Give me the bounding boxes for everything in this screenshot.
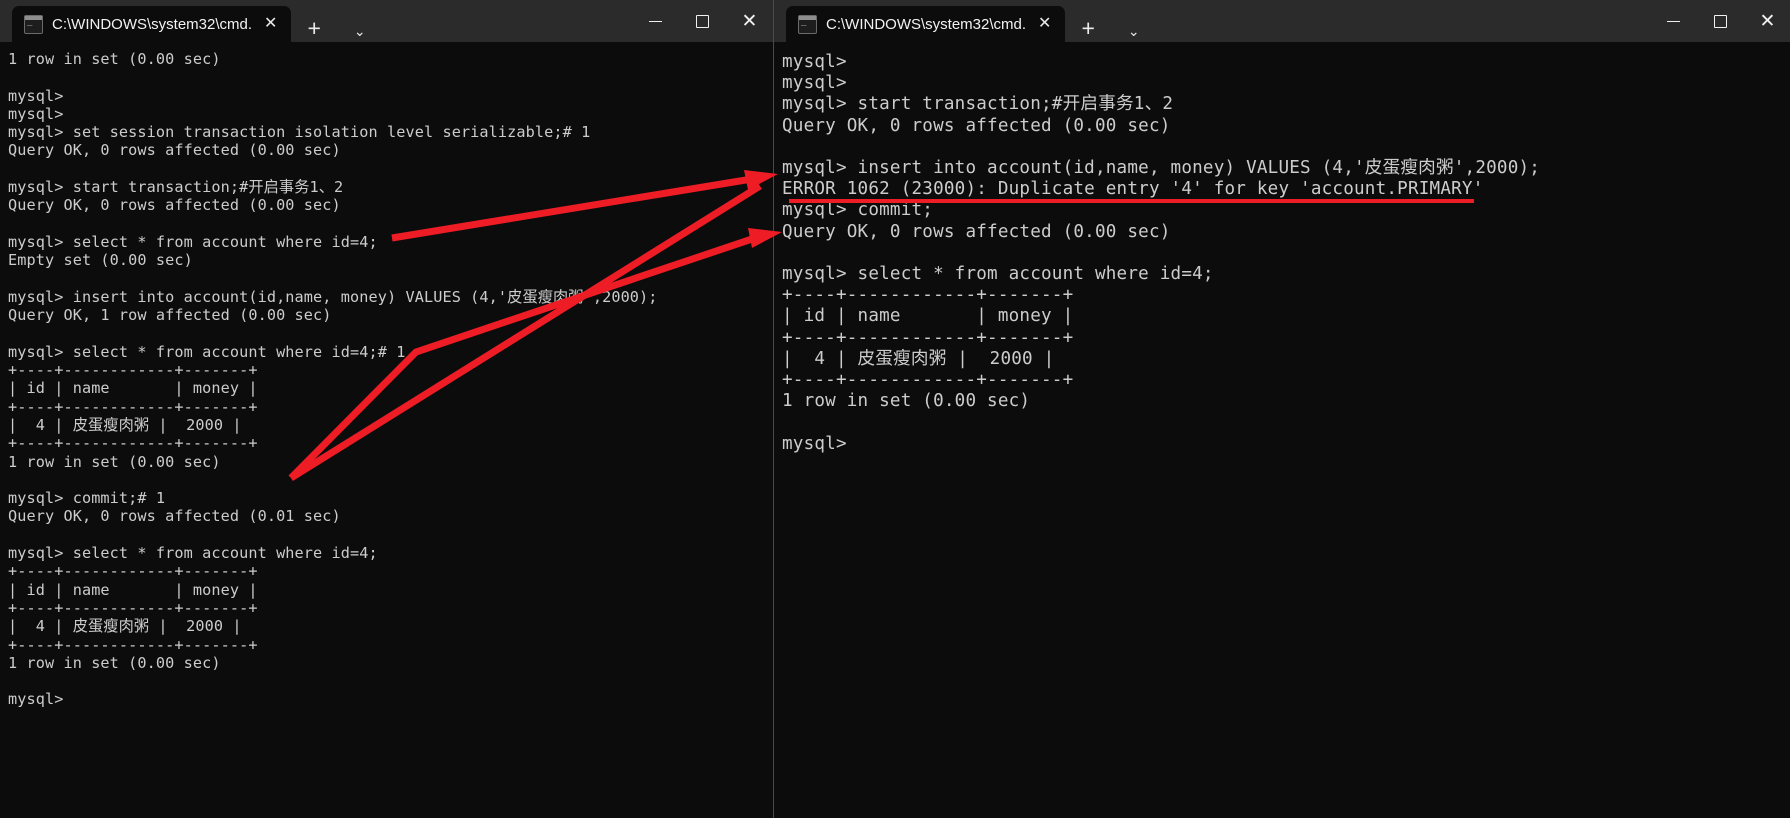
tab-close-icon-right[interactable]: ✕ [1035,14,1054,34]
terminal-line: Query OK, 0 rows affected (0.00 sec) [8,196,341,215]
minimize-icon-left [649,20,662,22]
terminal-line: +----+------------+-------+ [782,370,1074,391]
terminal-line: +----+------------+-------+ [782,285,1074,306]
terminal-output-right[interactable]: mysql> mysql> mysql> start transaction;#开启… [774,42,1790,818]
terminal-line: mysql> select * from account where id=4;… [8,342,406,361]
tab-close-icon-left[interactable]: ✕ [261,14,280,34]
maximize-icon-right [1714,14,1727,28]
window-controls-left: ✕ [632,0,773,42]
terminal-line: Query OK, 0 rows affected (0.00 sec) [782,221,1171,242]
chevron-down-icon-left[interactable]: ⌄ [338,23,382,40]
terminal-line: mysql> insert into account(id,name, mone… [782,158,1541,178]
terminal-output-left[interactable]: 1 row in set (0.00 sec) mysql> mysql> mysql… [0,42,773,818]
terminal-line: +----+------------+-------+ [8,598,258,617]
terminal-line: mysql> start transaction;#开启事务1、2 [782,94,1174,115]
terminal-line: 1 row in set (0.00 sec) [8,653,221,672]
close-button-right[interactable]: ✕ [1744,0,1790,42]
terminal-line: mysql> insert into account(id,name, mone… [8,287,658,306]
terminal-window-right: C:\WINDOWS\system32\cmd. ✕ + ⌄ ✕ mysql>m… [773,0,1790,818]
minimize-button-right[interactable] [1650,0,1697,42]
terminal-line: | 4 | 皮蛋瘦肉粥 | 2000 | [782,348,1055,369]
terminal-line: | id | name | money | [8,379,258,398]
terminal-line: +----+------------+-------+ [8,397,258,416]
terminal-line: Query OK, 0 rows affected (0.01 sec) [8,507,341,526]
tab-strip-right: C:\WINDOWS\system32\cmd. ✕ + ⌄ [774,0,1156,42]
maximize-button-left[interactable] [679,0,726,42]
new-tab-button-right[interactable]: + [1065,17,1110,40]
window-controls-right: ✕ [1650,0,1790,42]
minimize-button-left[interactable] [632,0,679,42]
terminal-line: +----+------------+-------+ [8,635,258,654]
terminal-line: mysql> [8,690,64,709]
terminal-window-left: C:\WINDOWS\system32\cmd. ✕ + ⌄ ✕ 1 row i… [0,0,773,818]
terminal-line: | id | name | money | [8,580,258,599]
new-tab-button-left[interactable]: + [291,17,336,40]
cmd-console-icon [24,14,43,34]
terminal-line: mysql> [782,52,847,72]
maximize-icon-left [696,14,709,28]
window-drag-region-left[interactable] [382,0,632,42]
terminal-line: +----+------------+-------+ [8,361,258,380]
terminal-line: ERROR 1062 (23000): Duplicate entry '4' … [782,179,1484,200]
titlebar-right[interactable]: C:\WINDOWS\system32\cmd. ✕ + ⌄ ✕ [774,0,1790,42]
chevron-down-icon-right[interactable]: ⌄ [1112,23,1156,40]
tab-title-right: C:\WINDOWS\system32\cmd. [826,15,1027,33]
terminal-line: mysql> select * from account where id=4; [8,544,378,563]
window-drag-region-right[interactable] [1156,0,1650,42]
terminal-line: Query OK, 0 rows affected (0.00 sec) [782,115,1171,136]
terminal-line: mysql> select * from account where id=4; [782,264,1214,284]
terminal-line: | 4 | 皮蛋瘦肉粥 | 2000 | [8,415,242,434]
terminal-line: mysql> [8,86,64,105]
cmd-console-icon [798,14,817,34]
tab-cmd-left[interactable]: C:\WINDOWS\system32\cmd. ✕ [12,6,292,42]
terminal-line: mysql> [782,433,847,454]
terminal-line: | 4 | 皮蛋瘦肉粥 | 2000 | [8,617,242,636]
terminal-line: | id | name | money | [782,306,1074,327]
terminal-line: 1 row in set (0.00 sec) [782,391,1031,412]
terminal-line: +----+------------+-------+ [8,562,258,581]
terminal-line: 1 row in set (0.00 sec) [8,452,221,471]
screen: C:\WINDOWS\system32\cmd. ✕ + ⌄ ✕ 1 row i… [0,0,1790,818]
terminal-line: mysql> select * from account where id=4; [8,232,378,251]
minimize-icon-right [1667,20,1680,22]
terminal-line: mysql> start transaction;#开启事务1、2 [8,178,344,197]
terminal-line: +----+------------+-------+ [782,327,1074,348]
terminal-line: mysql> [782,73,847,94]
terminal-line: mysql> [8,104,64,123]
tab-title-left: C:\WINDOWS\system32\cmd. [52,15,253,33]
terminal-line: Query OK, 1 row affected (0.00 sec) [8,306,332,325]
terminal-line: 1 row in set (0.00 sec) [8,50,221,68]
tab-strip-left: C:\WINDOWS\system32\cmd. ✕ + ⌄ [0,0,382,42]
terminal-line: mysql> set session transaction isolation… [8,123,591,142]
close-button-left[interactable]: ✕ [726,0,773,42]
terminal-line: Query OK, 0 rows affected (0.00 sec) [8,141,341,160]
titlebar-left[interactable]: C:\WINDOWS\system32\cmd. ✕ + ⌄ ✕ [0,0,773,42]
terminal-line: mysql> commit;# 1 [8,489,166,508]
maximize-button-right[interactable] [1697,0,1744,42]
terminal-line: +----+------------+-------+ [8,434,258,453]
terminal-line: mysql> commit; [782,200,934,221]
terminal-line: Empty set (0.00 sec) [8,251,193,270]
tab-cmd-right[interactable]: C:\WINDOWS\system32\cmd. ✕ [786,6,1066,42]
